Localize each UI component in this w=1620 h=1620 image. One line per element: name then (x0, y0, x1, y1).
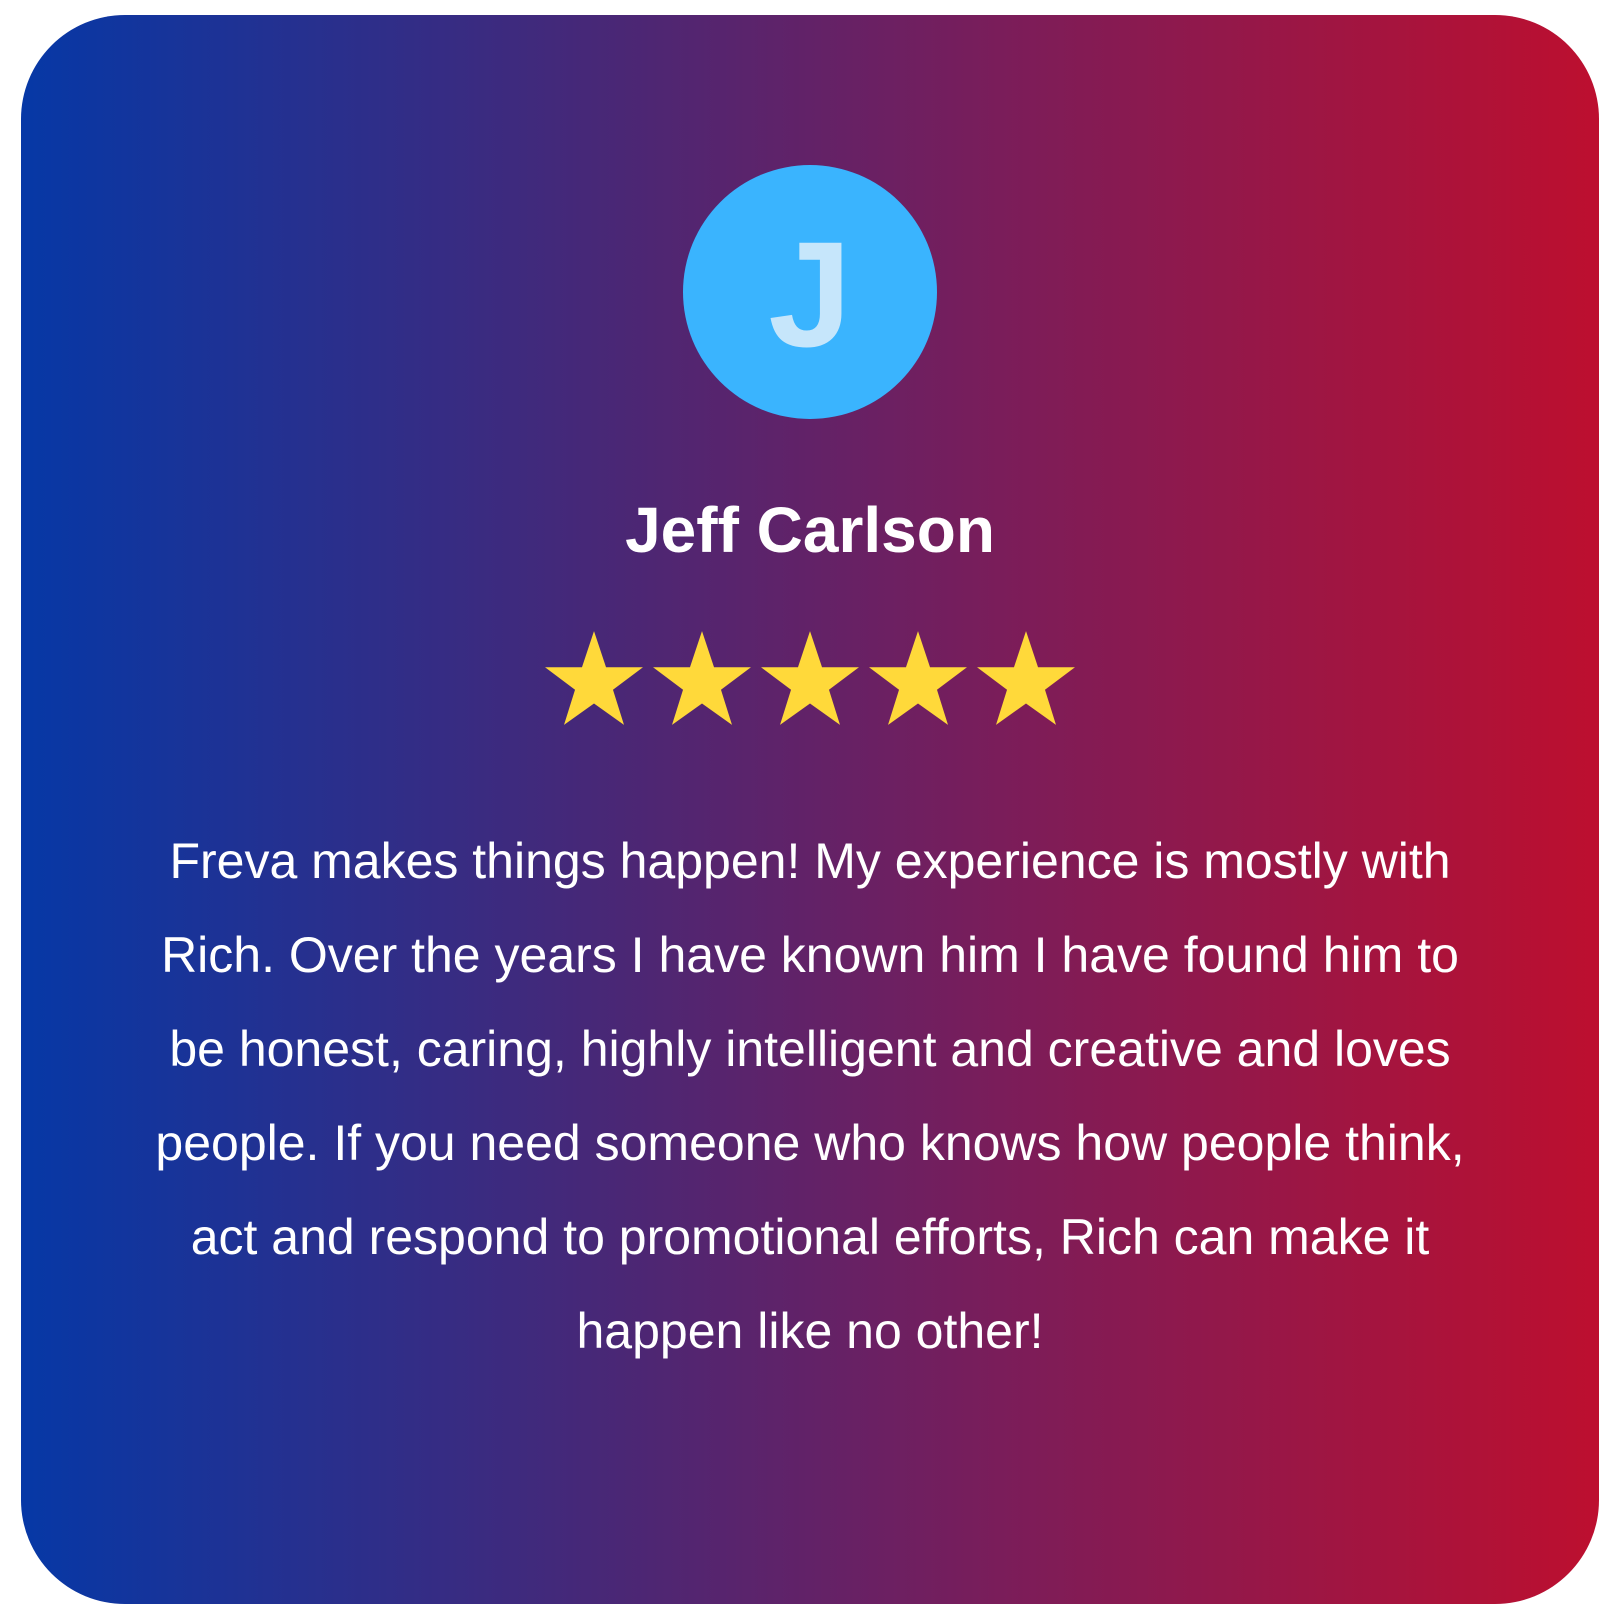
avatar-initial: J (768, 210, 852, 378)
testimonial-card: J Jeff Carlson Freva makes things happen… (21, 15, 1599, 1604)
star-rating (21, 628, 1599, 732)
reviewer-name: Jeff Carlson (625, 494, 995, 566)
star-icon (543, 628, 645, 728)
review-text: Freva makes things happen! My experience… (155, 833, 1465, 1359)
star-icon (759, 628, 861, 728)
star-icon (975, 628, 1077, 728)
avatar: J (683, 165, 937, 419)
star-icon (867, 628, 969, 728)
star-icon (651, 628, 753, 728)
